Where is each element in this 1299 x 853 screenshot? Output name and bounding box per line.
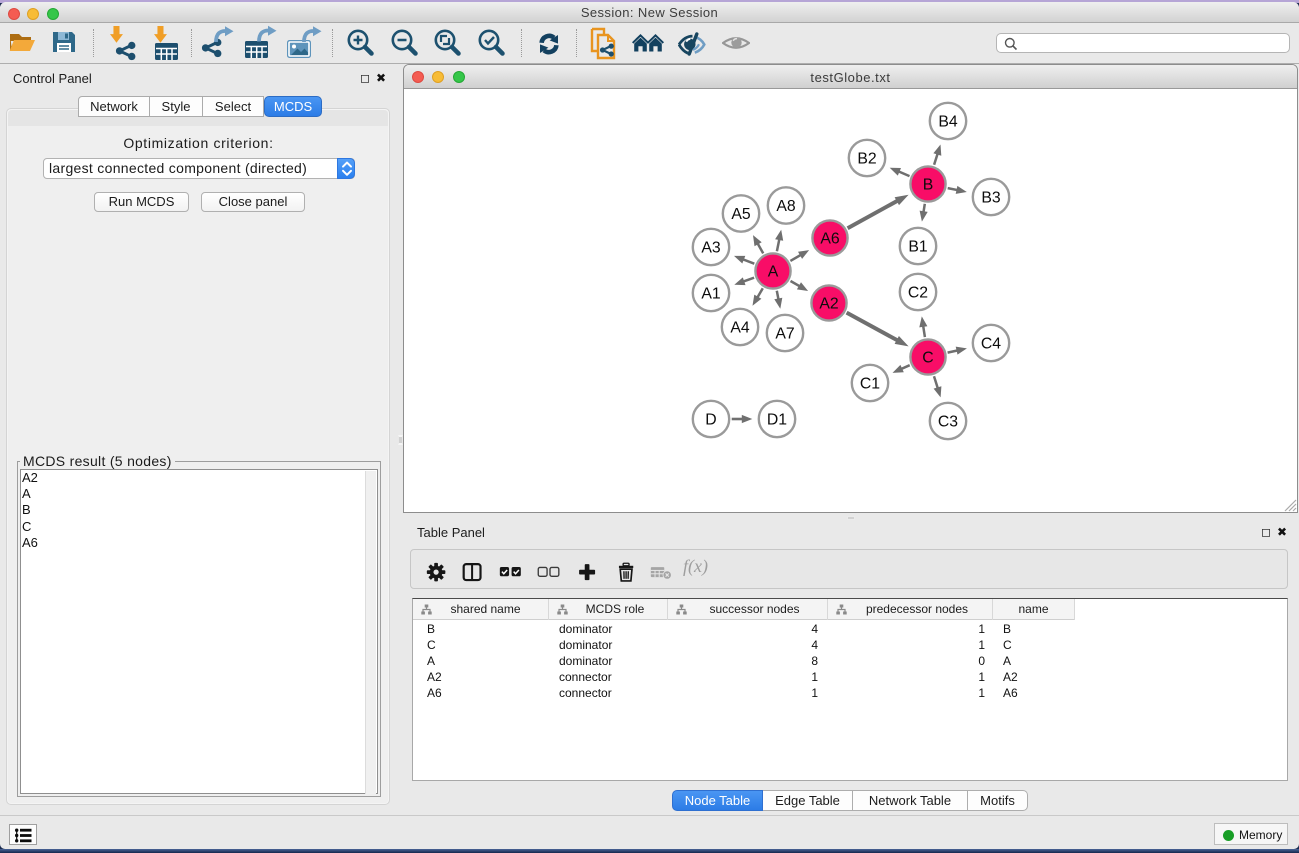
svg-text:A4: A4 — [730, 320, 750, 337]
svg-text:C: C — [922, 350, 933, 367]
svg-text:B2: B2 — [857, 151, 876, 168]
svg-text:C2: C2 — [908, 285, 928, 302]
svg-text:A2: A2 — [819, 296, 838, 313]
svg-text:C3: C3 — [938, 414, 958, 431]
svg-text:A7: A7 — [775, 326, 794, 343]
svg-text:D1: D1 — [767, 412, 787, 429]
svg-text:B1: B1 — [908, 239, 928, 256]
svg-text:B4: B4 — [938, 114, 958, 131]
svg-text:A6: A6 — [820, 231, 840, 248]
svg-text:B3: B3 — [981, 190, 1001, 207]
svg-text:A3: A3 — [701, 240, 721, 257]
svg-text:C1: C1 — [860, 376, 880, 393]
svg-text:A5: A5 — [731, 206, 751, 223]
svg-text:A1: A1 — [701, 286, 721, 303]
svg-text:B: B — [923, 177, 934, 194]
svg-text:A: A — [768, 264, 779, 281]
svg-text:D: D — [705, 412, 716, 429]
svg-text:A8: A8 — [776, 198, 796, 215]
svg-text:C4: C4 — [981, 336, 1001, 353]
